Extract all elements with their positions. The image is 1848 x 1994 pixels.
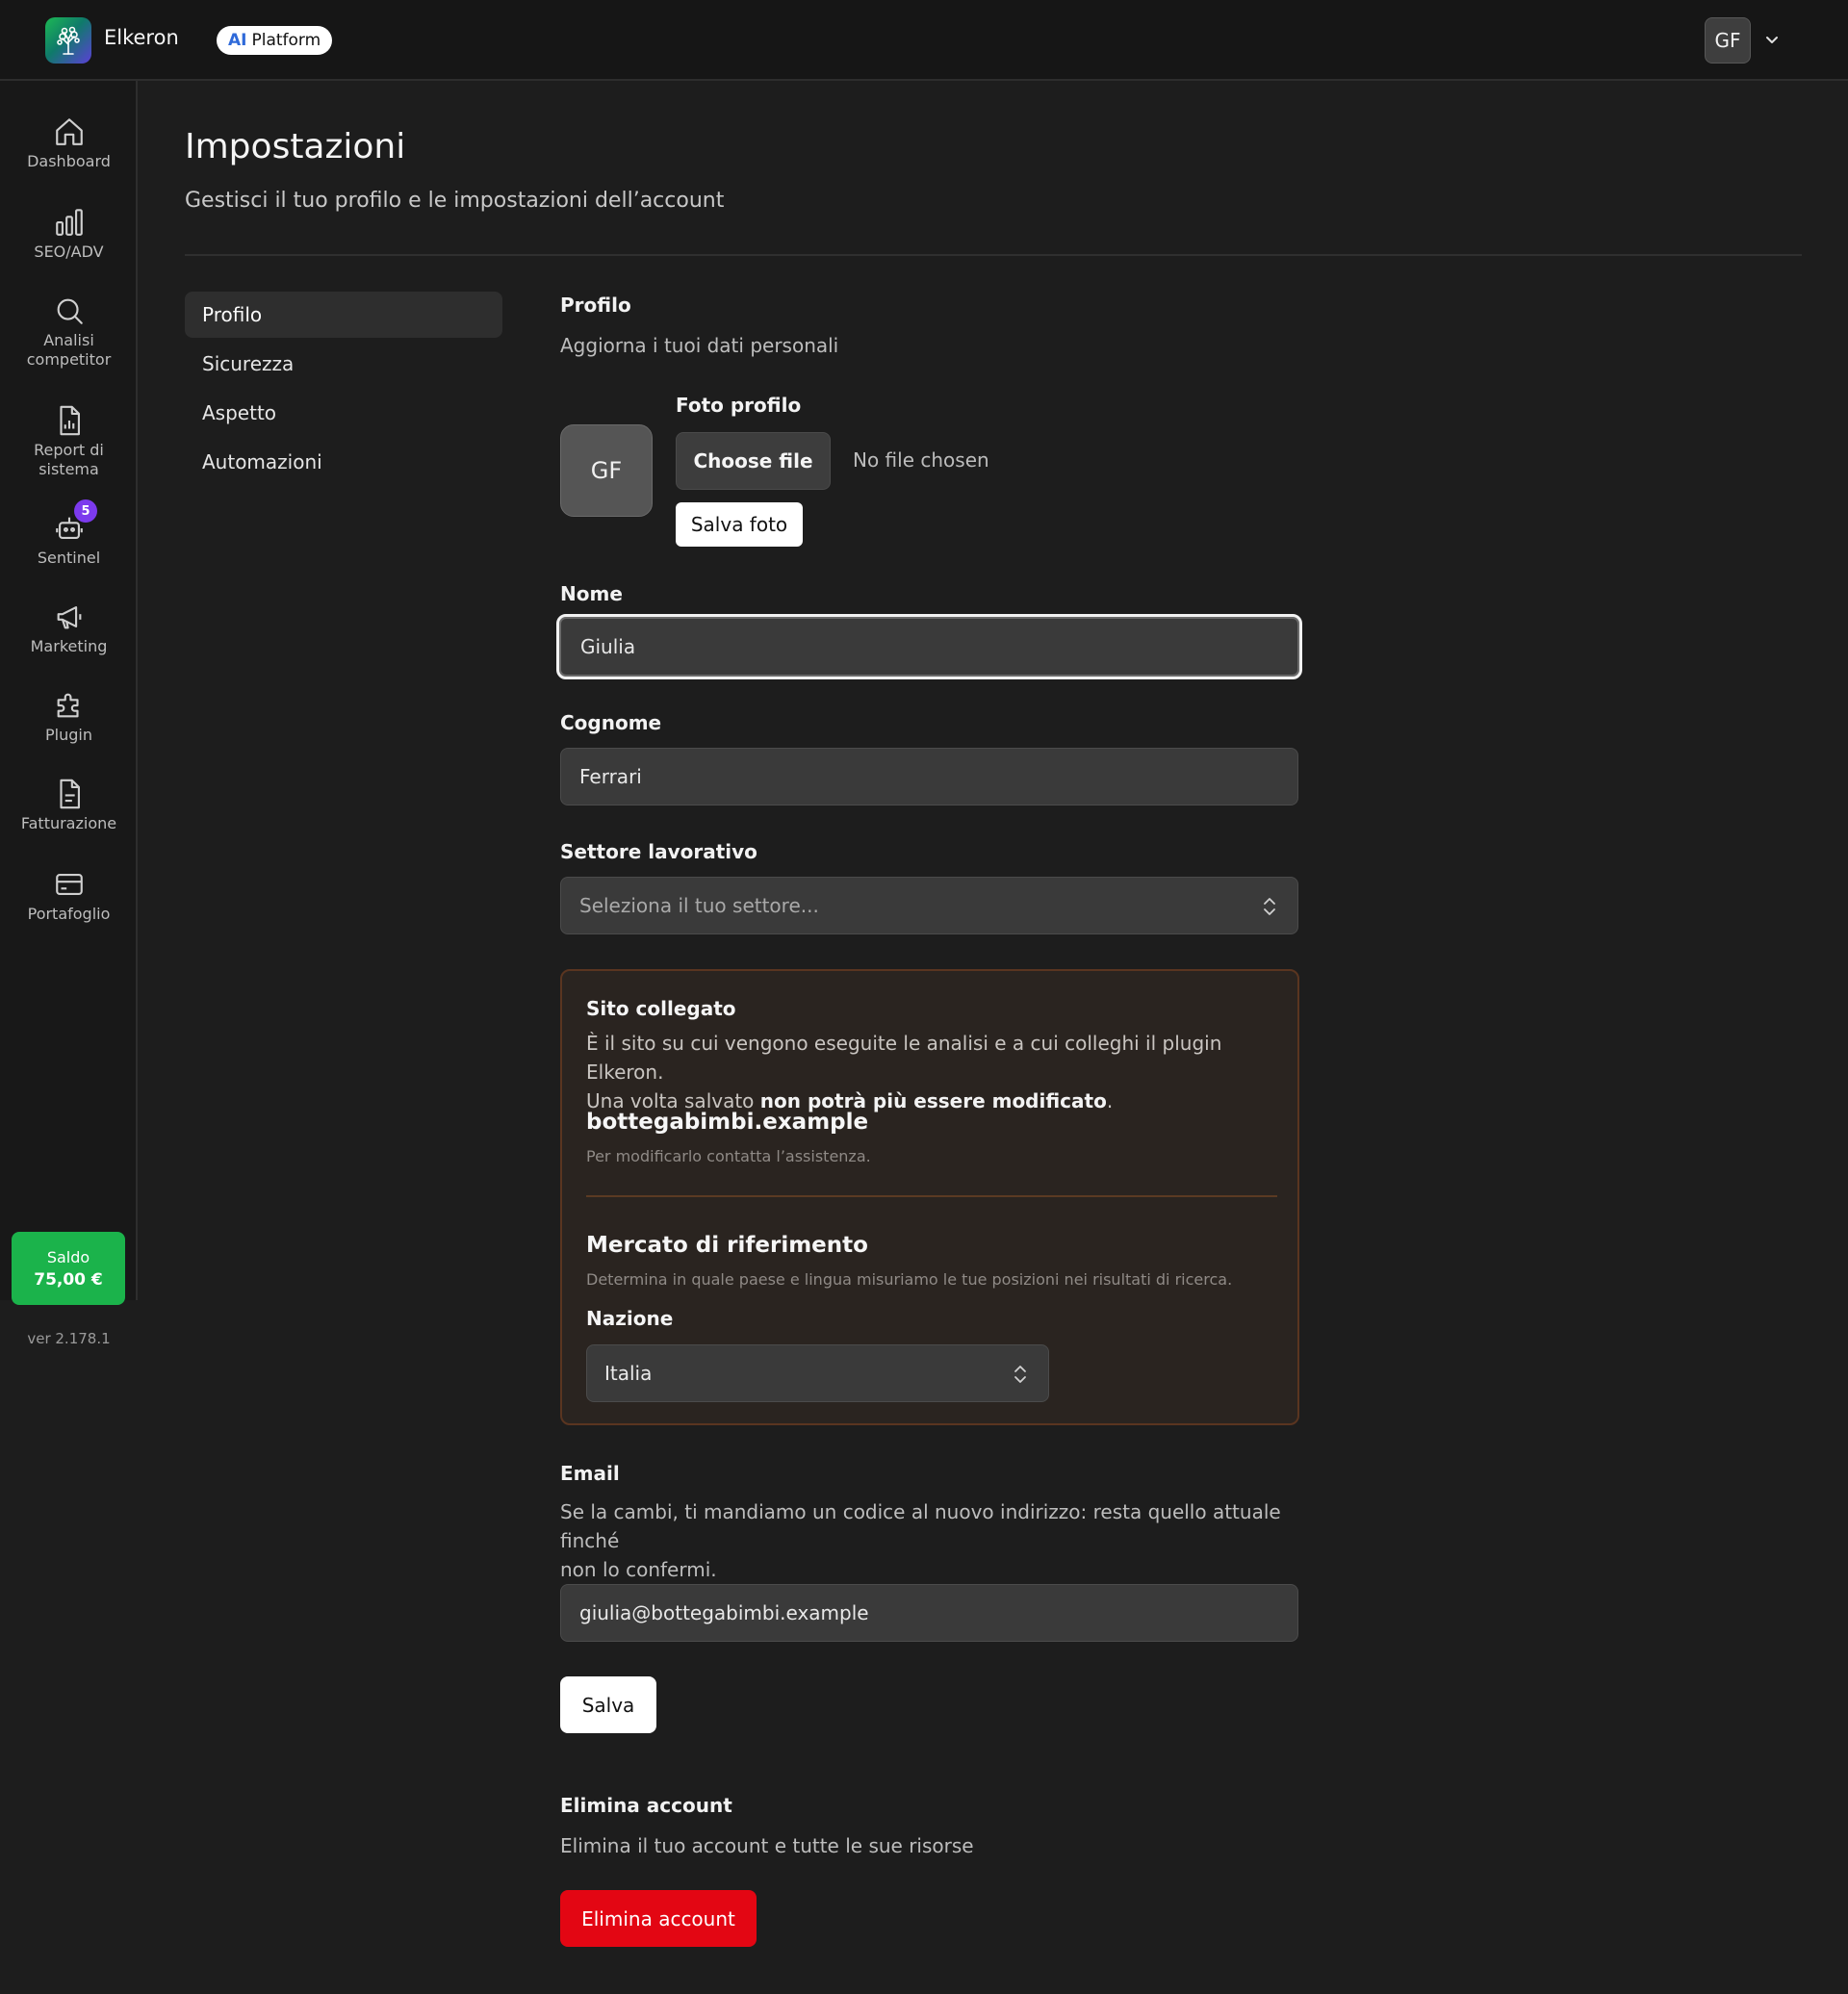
linked-site-description: È il sito su cui vengono eseguite le ana…	[586, 1029, 1274, 1115]
balance-label: Saldo	[46, 1247, 90, 1266]
choose-file-button[interactable]: Choose file	[676, 432, 831, 490]
section-subtitle: Aggiorna i tuoi dati personali	[560, 334, 839, 357]
sidebar-item-label: Plugin	[45, 726, 92, 744]
sidebar-item-label: Analisi competitor	[26, 331, 112, 369]
home-icon	[55, 118, 83, 145]
email-desc-line2: non lo confermi.	[560, 1558, 717, 1581]
chevron-up-down-icon	[1264, 898, 1275, 915]
sidebar-item-seo-adv[interactable]: SEO/ADV	[0, 206, 138, 262]
puzzle-icon	[57, 693, 79, 718]
sidebar-item-analisi-competitor[interactable]: Analisi competitor	[0, 294, 138, 370]
save-photo-button[interactable]: Salva foto	[676, 502, 803, 547]
file-status: No file chosen	[853, 448, 989, 472]
sidebar-item-report-di-sistema[interactable]: Report di sistema	[0, 404, 138, 479]
tab-sicurezza[interactable]: Sicurezza	[185, 341, 502, 387]
sidebar: Dashboard SEO/ADV Analisi competitor Rep…	[0, 81, 138, 1347]
sidebar-item-plugin[interactable]: Plugin	[0, 689, 138, 745]
section-title: Profilo	[560, 294, 631, 317]
first-name-value: Giulia	[580, 635, 636, 658]
linked-site-card: Sito collegato È il sito su cui vengono …	[560, 969, 1299, 1425]
card-divider	[586, 1195, 1277, 1197]
notification-badge: 5	[74, 499, 97, 523]
tab-profilo[interactable]: Profilo	[185, 292, 502, 338]
email-value: giulia@bottegabimbi.example	[579, 1601, 869, 1624]
sidebar-item-fatturazione[interactable]: Fatturazione	[0, 778, 138, 833]
delete-account-title: Elimina account	[560, 1794, 732, 1817]
sidebar-item-label: Portafoglio	[27, 905, 111, 923]
first-name-label: Nome	[560, 582, 623, 605]
tab-aspetto[interactable]: Aspetto	[185, 390, 502, 436]
brand-name[interactable]: Elkeron	[104, 26, 179, 49]
save-button[interactable]: Salva	[560, 1676, 656, 1733]
email-desc-line1: Se la cambi, ti mandiamo un codice al nu…	[560, 1500, 1281, 1552]
email-input[interactable]: giulia@bottegabimbi.example	[560, 1584, 1298, 1642]
country-label: Nazione	[586, 1307, 674, 1330]
sidebar-item-label: SEO/ADV	[34, 243, 104, 261]
market-description: Determina in quale paese e lingua misuri…	[586, 1270, 1233, 1289]
platform-badge: AI Platform	[217, 26, 333, 55]
sidebar-item-label: Sentinel	[37, 549, 101, 567]
sidebar-item-label: Marketing	[30, 637, 108, 655]
balance-value: 75,00 €	[34, 1269, 103, 1290]
sidebar-item-marketing[interactable]: Marketing	[0, 601, 138, 656]
last-name-value: Ferrari	[579, 765, 642, 788]
linked-site-desc-line1: È il sito su cui vengono eseguite le ana…	[586, 1032, 1222, 1084]
sidebar-item-sentinel[interactable]: 5 Sentinel	[0, 499, 138, 568]
ai-label: AI	[228, 31, 247, 50]
page-subtitle: Gestisci il tuo profilo e le impostazion…	[185, 189, 725, 213]
megaphone-icon	[57, 606, 81, 629]
sector-label: Settore lavorativo	[560, 840, 757, 863]
balance-widget[interactable]: Saldo 75,00 €	[12, 1232, 125, 1305]
chevron-down-icon[interactable]	[1763, 31, 1781, 48]
chevron-up-down-icon	[1014, 1366, 1026, 1383]
user-avatar[interactable]: GF	[1705, 17, 1751, 64]
first-name-input[interactable]: Giulia	[556, 614, 1302, 679]
page-title: Impostazioni	[185, 127, 406, 166]
tab-automazioni[interactable]: Automazioni	[185, 439, 502, 485]
email-label: Email	[560, 1462, 620, 1485]
sidebar-item-label: Dashboard	[27, 152, 111, 170]
sidebar-item-dashboard[interactable]: Dashboard	[0, 115, 138, 171]
last-name-input[interactable]: Ferrari	[560, 748, 1298, 805]
sidebar-item-label: Fatturazione	[20, 814, 117, 832]
credit-card-icon	[55, 874, 83, 895]
platform-label: Platform	[251, 31, 321, 50]
last-name-label: Cognome	[560, 711, 662, 734]
market-title: Mercato di riferimento	[586, 1233, 868, 1258]
country-value: Italia	[604, 1362, 653, 1385]
delete-account-button[interactable]: Elimina account	[560, 1890, 757, 1947]
sector-placeholder: Seleziona il tuo settore...	[579, 894, 819, 917]
header-divider	[185, 254, 1802, 256]
country-select[interactable]: Italia	[586, 1344, 1049, 1402]
search-icon	[57, 298, 83, 324]
app-version: ver 2.178.1	[27, 1330, 111, 1347]
logo-icon[interactable]	[45, 17, 91, 64]
photo-label: Foto profilo	[676, 394, 802, 417]
linked-site-domain: bottegabimbi.example	[586, 1110, 869, 1135]
document-chart-icon	[59, 405, 80, 436]
bar-chart-icon	[55, 209, 83, 236]
invoice-icon	[59, 779, 80, 809]
sidebar-item-portafoglio[interactable]: Portafoglio	[0, 868, 138, 924]
sector-select[interactable]: Seleziona il tuo settore...	[560, 877, 1298, 934]
delete-account-description: Elimina il tuo account e tutte le sue ri…	[560, 1834, 974, 1857]
desc-text: .	[1106, 1089, 1114, 1112]
email-description: Se la cambi, ti mandiamo un codice al nu…	[560, 1497, 1311, 1584]
contact-note: Per modificarlo contatta l’assistenza.	[586, 1147, 871, 1165]
top-bar: Elkeron AI Platform GF	[0, 0, 1848, 81]
linked-site-title: Sito collegato	[586, 997, 736, 1020]
sidebar-item-label: Report di sistema	[34, 441, 104, 478]
profile-avatar: GF	[560, 424, 653, 517]
